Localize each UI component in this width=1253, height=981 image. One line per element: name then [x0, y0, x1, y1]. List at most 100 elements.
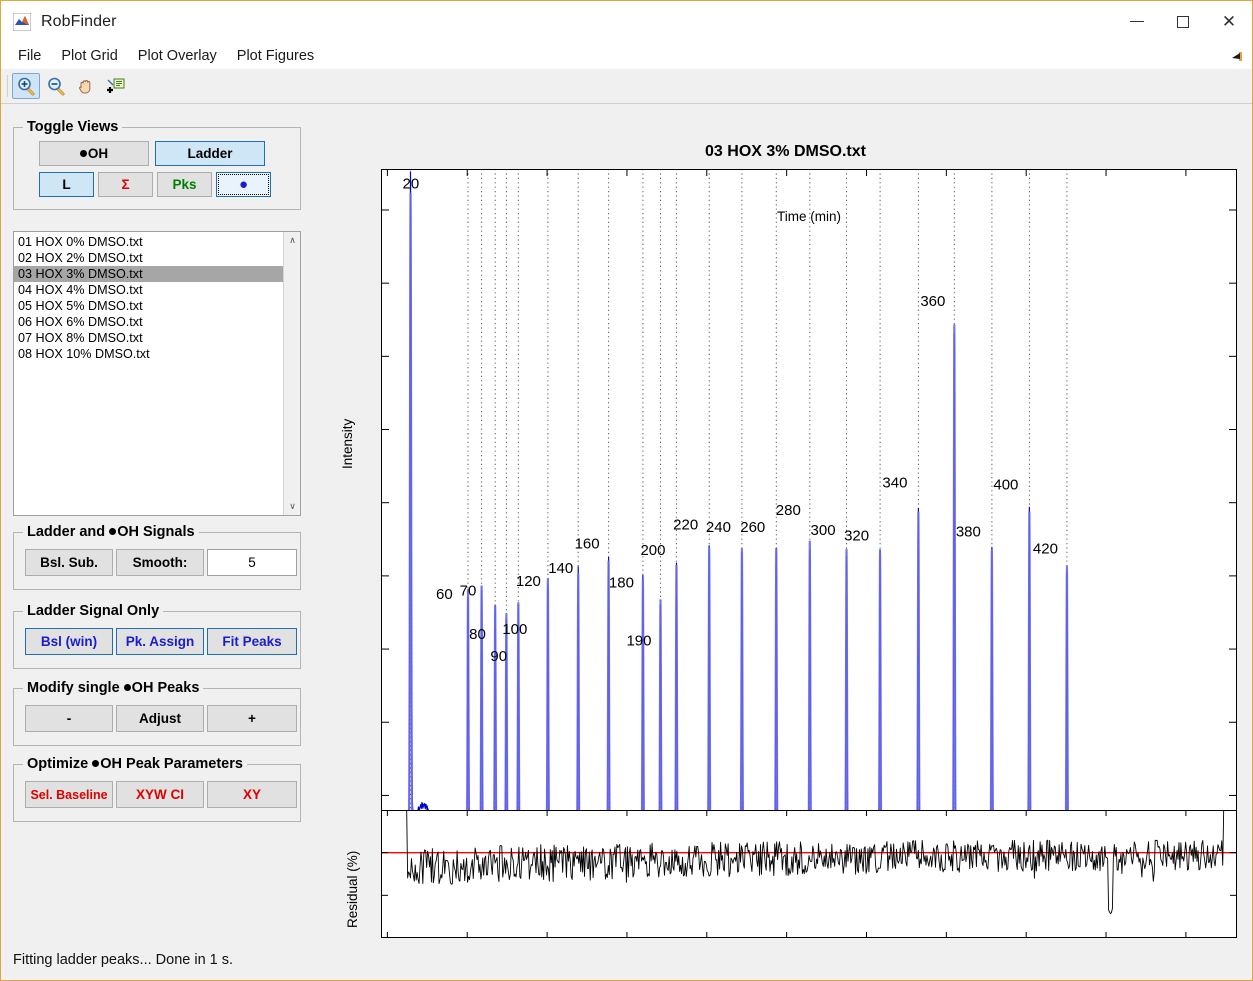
list-item[interactable]: 07 HOX 8% DMSO.txt: [14, 330, 283, 346]
smooth-label: Smooth:: [132, 555, 188, 570]
svg-text:420: 420: [1033, 541, 1058, 558]
y-axis-label: Intensity: [340, 418, 355, 469]
minimize-button[interactable]: [1114, 1, 1160, 42]
optimize-title-prefix: Optimize: [27, 756, 93, 772]
decrease-peak-button[interactable]: -: [25, 705, 113, 732]
residual-y-axis-label: Residual (%): [345, 850, 360, 928]
xy-button[interactable]: XY: [207, 781, 297, 808]
toggle-oh-button[interactable]: OH: [39, 141, 149, 166]
menu-file[interactable]: File: [9, 45, 50, 67]
pk-assign-label: Pk. Assign: [125, 634, 195, 649]
menu-plot-grid[interactable]: Plot Grid: [52, 45, 126, 67]
left-control-panel: Toggle Views OH Ladder L Σ Pks ● 01 HOX …: [1, 105, 319, 941]
list-item[interactable]: 08 HOX 10% DMSO.txt: [14, 346, 283, 362]
matlab-icon: [13, 12, 31, 31]
oh-dot-icon: [123, 684, 131, 691]
chromatogram-axes[interactable]: Intensity Time (min) 2530354045505560657…: [340, 169, 1237, 873]
modify-peaks-title-prefix: Modify single: [27, 680, 124, 696]
xyw-ci-label: XYW CI: [135, 787, 184, 802]
toggle-pks-button[interactable]: Pks: [157, 172, 212, 197]
svg-text:190: 190: [626, 632, 651, 649]
svg-text:220: 220: [673, 516, 698, 533]
app-window: RobFinder ✕ File Plot Grid Plot Overlay …: [0, 0, 1253, 981]
insert-legend-icon[interactable]: [102, 73, 130, 99]
maximize-button[interactable]: [1160, 1, 1206, 42]
toggle-l-button[interactable]: L: [39, 172, 94, 197]
toggle-ladder-button[interactable]: Ladder: [155, 141, 265, 166]
close-icon: ✕: [1221, 12, 1237, 31]
ladder-signal-only-title: Ladder Signal Only: [23, 603, 164, 619]
close-button[interactable]: ✕: [1206, 1, 1252, 42]
svg-text:70: 70: [460, 582, 477, 599]
file-list-scrollbar[interactable]: ∧ ∨: [283, 232, 300, 515]
toggle-l-label: L: [62, 177, 71, 192]
bsl-win-button[interactable]: Bsl (win): [25, 628, 113, 655]
bsl-sub-label: Bsl. Sub.: [40, 555, 98, 570]
svg-text:100: 100: [502, 621, 527, 638]
ladder-oh-title-prefix: Ladder and: [27, 524, 110, 540]
plus-label: +: [248, 711, 256, 726]
sel-baseline-label: Sel. Baseline: [30, 787, 108, 802]
x-axis-label: Time (min): [777, 209, 841, 224]
smooth-input[interactable]: 5: [207, 549, 297, 576]
optimize-title-suffix: OH Peak Parameters: [100, 756, 243, 772]
increase-peak-button[interactable]: +: [207, 705, 297, 732]
scroll-up-icon[interactable]: ∧: [284, 232, 300, 249]
ladder-oh-signals-title: Ladder and OH Signals: [23, 524, 199, 540]
list-item[interactable]: 05 HOX 5% DMSO.txt: [14, 298, 283, 314]
svg-text:90: 90: [490, 648, 507, 665]
svg-text:80: 80: [469, 626, 486, 643]
list-item[interactable]: 01 HOX 0% DMSO.txt: [14, 234, 283, 250]
bsl-sub-button[interactable]: Bsl. Sub.: [25, 549, 113, 576]
list-item-selected[interactable]: 03 HOX 3% DMSO.txt: [14, 266, 283, 282]
oh-dot-icon: [79, 150, 87, 157]
list-item[interactable]: 04 HOX 4% DMSO.txt: [14, 282, 283, 298]
adjust-label: Adjust: [139, 711, 181, 726]
scroll-down-icon[interactable]: ∨: [284, 498, 300, 515]
zoom-out-icon[interactable]: [42, 73, 70, 99]
list-item[interactable]: 02 HOX 2% DMSO.txt: [14, 250, 283, 266]
svg-text:180: 180: [609, 575, 634, 592]
modify-peaks-group: Modify single OH Peaks - Adjust +: [13, 680, 301, 746]
optimize-params-group: Optimize OH Peak Parameters Sel. Baselin…: [13, 756, 301, 822]
toggle-views-group: Toggle Views OH Ladder L Σ Pks ●: [13, 119, 301, 210]
menu-overflow-arrow-icon[interactable]: [1226, 46, 1246, 66]
ladder-signal-only-group: Ladder Signal Only Bsl (win) Pk. Assign …: [13, 603, 301, 669]
toggle-ladder-label: Ladder: [187, 146, 233, 161]
chromatogram-svg: 2530354045505560657075050010001500200025…: [381, 169, 1237, 873]
toggle-dot-button[interactable]: ●: [216, 172, 271, 197]
oh-dot-icon: [92, 760, 100, 767]
bsl-win-label: Bsl (win): [40, 634, 98, 649]
svg-text:340: 340: [882, 474, 907, 491]
menu-plot-overlay[interactable]: Plot Overlay: [129, 45, 226, 67]
residual-axes[interactable]: Residual (%) 1000-100-200: [345, 810, 1237, 938]
toolbar-divider: [7, 75, 8, 97]
modify-peaks-title: Modify single OH Peaks: [23, 680, 204, 696]
xyw-ci-button[interactable]: XYW CI: [116, 781, 204, 808]
svg-text:320: 320: [844, 527, 869, 544]
sel-baseline-button[interactable]: Sel. Baseline: [25, 781, 113, 808]
list-item[interactable]: 06 HOX 6% DMSO.txt: [14, 314, 283, 330]
fit-peaks-button[interactable]: Fit Peaks: [207, 628, 297, 655]
pan-hand-icon[interactable]: [72, 73, 100, 99]
toggle-sigma-label: Σ: [121, 177, 130, 192]
svg-text:280: 280: [776, 502, 801, 519]
status-bar: Fitting ladder peaks... Done in 1 s.: [1, 940, 1252, 980]
svg-text:300: 300: [811, 522, 836, 539]
svg-text:380: 380: [956, 523, 981, 540]
pk-assign-button[interactable]: Pk. Assign: [116, 628, 204, 655]
svg-text:260: 260: [740, 519, 765, 536]
status-message: Fitting ladder peaks... Done in 1 s.: [13, 952, 234, 968]
svg-text:120: 120: [516, 573, 541, 590]
toggle-sigma-button[interactable]: Σ: [98, 172, 153, 197]
smooth-button[interactable]: Smooth:: [116, 549, 204, 576]
file-list-items: 01 HOX 0% DMSO.txt 02 HOX 2% DMSO.txt 03…: [14, 232, 283, 515]
file-listbox[interactable]: 01 HOX 0% DMSO.txt 02 HOX 2% DMSO.txt 03…: [13, 231, 301, 516]
menu-plot-figures[interactable]: Plot Figures: [228, 45, 323, 67]
toggle-oh-label: OH: [87, 146, 109, 161]
ladder-oh-signals-group: Ladder and OH Signals Bsl. Sub. Smooth: …: [13, 524, 301, 590]
oh-dot-icon: [109, 528, 117, 535]
adjust-peak-button[interactable]: Adjust: [116, 705, 204, 732]
toggle-pks-label: Pks: [172, 177, 197, 192]
zoom-in-icon[interactable]: [12, 73, 40, 99]
